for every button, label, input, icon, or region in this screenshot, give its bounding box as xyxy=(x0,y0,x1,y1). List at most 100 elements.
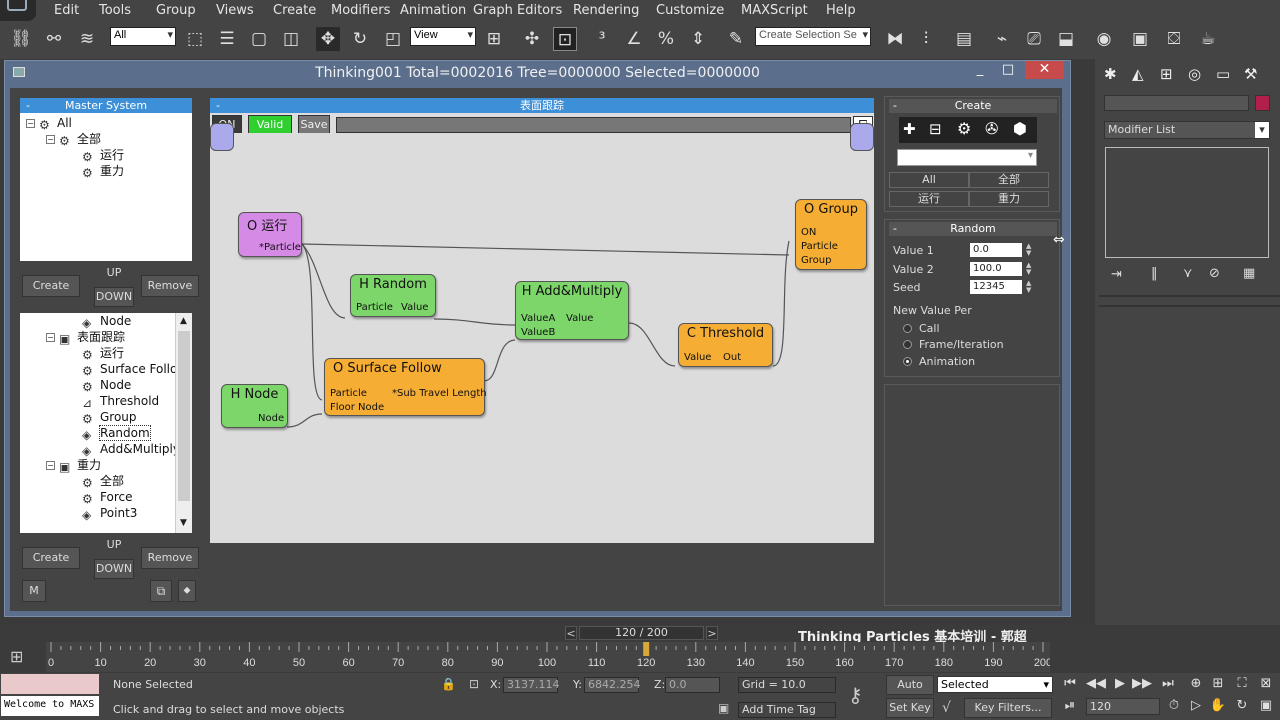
menu-tools[interactable]: Tools xyxy=(99,3,131,18)
curve-editor-icon[interactable]: ⌁ xyxy=(990,27,1014,51)
remove-modifier-icon[interactable]: ⊘ xyxy=(1209,266,1220,281)
align-icon[interactable]: ⫶ xyxy=(914,27,938,51)
select-by-name-icon[interactable]: ☰ xyxy=(215,27,239,51)
node-run[interactable]: O 运行 *Particle xyxy=(238,212,302,257)
ms-up-button[interactable]: UP xyxy=(94,264,134,284)
helper-icon[interactable]: ⊟ xyxy=(929,120,942,138)
radio-animation[interactable] xyxy=(903,357,912,366)
bind-spacewarp-icon[interactable]: ≋ xyxy=(75,27,99,51)
ms-down-button[interactable]: DOWN xyxy=(94,287,134,307)
set-key-button[interactable]: Set Key xyxy=(886,698,934,718)
tab-all[interactable]: All xyxy=(889,172,969,188)
key-mode-select[interactable]: Selected ▾ xyxy=(937,676,1053,693)
object-color-swatch[interactable] xyxy=(1255,95,1270,111)
node-group[interactable]: O Group ON Particle Group xyxy=(795,199,867,270)
menu-views[interactable]: Views xyxy=(216,3,254,18)
goto-end-icon[interactable]: ⏭ xyxy=(1158,675,1178,693)
field-of-view-icon[interactable]: ▷ xyxy=(1186,697,1206,715)
motion-tab-icon[interactable]: ◎ xyxy=(1188,65,1201,83)
auto-key-button[interactable]: Auto Key xyxy=(886,675,934,709)
valid-button[interactable]: Valid xyxy=(248,115,292,134)
menu-create[interactable]: Create xyxy=(273,3,316,18)
absolute-mode-icon[interactable]: ⊡ xyxy=(469,677,479,691)
material-editor-icon[interactable]: ⬓ xyxy=(1054,27,1078,51)
render-setup-icon[interactable]: ◉ xyxy=(1092,27,1116,51)
dynset-item[interactable]: ⚙ Node xyxy=(82,377,131,394)
random-rollout-header[interactable]: - Random xyxy=(889,222,1057,236)
spinner-snap-icon[interactable]: ⇕ xyxy=(686,27,710,51)
node-add-multiply[interactable]: H Add&Multiply ValueA ValueB Value xyxy=(515,281,629,340)
window-crossing-icon[interactable]: ◫ xyxy=(279,27,303,51)
graph-name-field[interactable] xyxy=(336,117,851,133)
previous-frame-icon[interactable]: ◀◀ xyxy=(1086,675,1106,693)
pin-stack-icon[interactable]: ⇥ xyxy=(1111,267,1122,282)
dynset-item[interactable]: ⚙ Surface Follow xyxy=(82,361,187,378)
node-surface-follow[interactable]: O Surface Follow Particle Floor Node *Su… xyxy=(324,358,487,416)
dynset-item[interactable]: ◈ Random xyxy=(82,425,151,442)
link-icon[interactable]: ⛓ xyxy=(9,27,33,51)
tp-titlebar[interactable]: Thinking001 Total=0002016 Tree=0000000 S… xyxy=(5,61,1070,86)
zoom-all-icon[interactable]: ⊞ xyxy=(1208,675,1228,693)
menu-group[interactable]: Group xyxy=(156,3,196,18)
tree-toggle[interactable]: − xyxy=(46,333,55,342)
mirror-icon[interactable]: ⧓ xyxy=(883,27,907,51)
dynset-scrollbar[interactable]: ▲ ▼ xyxy=(175,313,192,533)
key-icon[interactable]: ⚷ xyxy=(848,683,863,707)
master-system-tree[interactable]: − ⚙ All − ⚙ 全部 ⚙ 运行 ⚙ 重力 xyxy=(20,113,192,261)
snaps-toggle-icon[interactable]: ³ xyxy=(590,27,614,51)
ms-remove-button[interactable]: Remove xyxy=(141,275,199,297)
ds-create-button[interactable]: Create xyxy=(22,547,80,569)
play-icon[interactable]: ▶ xyxy=(1110,675,1130,693)
maximize-button[interactable]: □ xyxy=(995,62,1021,80)
unlink-icon[interactable]: ⚯ xyxy=(42,27,66,51)
graph-input-port[interactable] xyxy=(210,123,234,151)
rendered-frame-icon[interactable]: ▣ xyxy=(1128,27,1152,51)
dynset-item[interactable]: ◈ Point3 xyxy=(82,505,137,522)
operator-dropdown[interactable]: ▾ xyxy=(897,149,1037,166)
close-button[interactable]: ✕ xyxy=(1025,61,1064,79)
node-h-node[interactable]: H Node Node xyxy=(221,384,288,428)
tree-node-all[interactable]: − ⚙ All xyxy=(26,115,72,132)
scale-icon[interactable]: ◰ xyxy=(381,27,405,51)
z-coordinate[interactable]: 0.0 xyxy=(665,677,720,693)
value2-spinner[interactable]: 100.0 xyxy=(970,262,1022,276)
value1-spinner-arrows[interactable]: ▲ ▼ xyxy=(1026,243,1034,257)
seed-spinner[interactable]: 12345 xyxy=(970,280,1022,294)
trackbar[interactable]: 0 10 20 30 40 50 60 70 80 90 100 110 120 130 140 150 160… xyxy=(46,642,1050,672)
m-button[interactable]: M xyxy=(22,580,46,602)
keyboard-shortcut-icon[interactable]: ⊡ xyxy=(553,27,577,51)
dynset-item[interactable]: ⚙ Force xyxy=(82,489,132,506)
dynset-item[interactable]: − ▣ 表面跟踪 xyxy=(46,329,125,346)
schematic-view-icon[interactable]: ⎚ xyxy=(1022,27,1046,51)
gear-icon[interactable]: ⚙ xyxy=(957,119,971,138)
tree-node-yunxing[interactable]: ⚙ 运行 xyxy=(82,147,124,164)
display-tab-icon[interactable]: ▭ xyxy=(1216,65,1230,83)
show-end-result-icon[interactable]: ‖ xyxy=(1151,266,1158,281)
rotate-icon[interactable]: ↻ xyxy=(348,27,372,51)
pick-icon[interactable]: ⬥ xyxy=(178,580,196,602)
key-filters-button[interactable]: Key Filters... xyxy=(964,698,1052,718)
selection-filter-select[interactable]: All xyxy=(110,27,176,46)
lock-icon[interactable]: 🔒 xyxy=(441,677,456,691)
maxscript-listener[interactable]: Welcome to MAXS xyxy=(1,696,99,716)
menu-rendering[interactable]: Rendering xyxy=(573,3,639,18)
app-logo-icon[interactable] xyxy=(0,0,36,21)
dynset-item[interactable]: ◈ Add&Multiply xyxy=(82,441,180,458)
value2-spinner-arrows[interactable]: ▲ ▼ xyxy=(1026,262,1034,276)
select-manipulate-icon[interactable]: ✣ xyxy=(520,27,544,51)
save-button[interactable]: Save xyxy=(298,115,330,134)
ms-create-button[interactable]: Create xyxy=(22,275,80,297)
zoom-extents-icon[interactable]: ⛶ xyxy=(1232,675,1252,693)
next-frame-button[interactable]: > xyxy=(706,626,718,640)
modifier-list-dropdown[interactable]: Modifier List ▾ xyxy=(1104,121,1270,139)
key-tangent-icon[interactable]: √ xyxy=(942,700,951,716)
dynset-item[interactable]: ⊿ Threshold xyxy=(82,393,159,410)
rect-selection-icon[interactable]: ▢ xyxy=(247,27,271,51)
named-selection-input[interactable]: Create Selection Se xyxy=(755,27,871,46)
menu-modifiers[interactable]: Modifiers xyxy=(331,3,390,18)
expand-icon[interactable]: ⧉ xyxy=(150,580,172,602)
node-threshold[interactable]: C Threshold Value Out xyxy=(678,323,773,367)
seed-spinner-arrows[interactable]: ▲ ▼ xyxy=(1026,280,1034,294)
dynset-item[interactable]: ◈ Node xyxy=(82,313,131,330)
render-production-icon[interactable]: ⛋ xyxy=(1162,27,1186,51)
